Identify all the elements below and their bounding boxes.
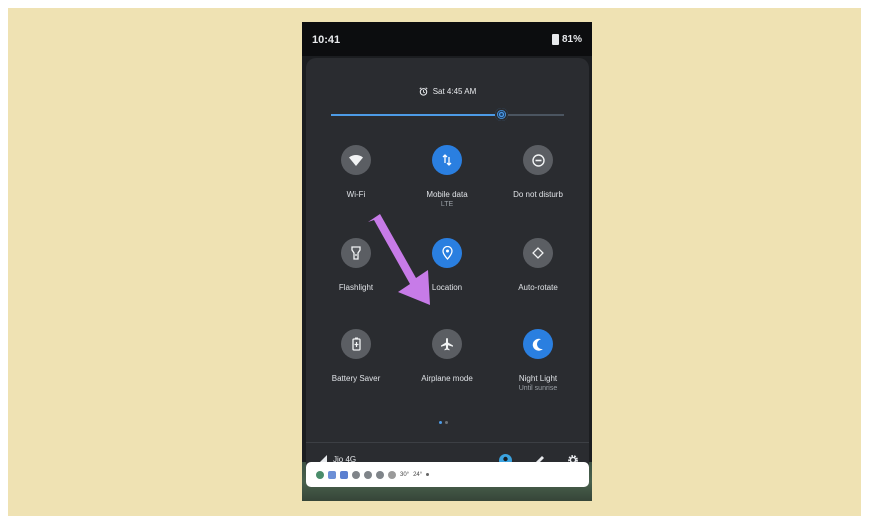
battery-indicator: 81% bbox=[551, 34, 582, 45]
tile-auto-rotate-button[interactable] bbox=[523, 238, 553, 268]
tile-night-light[interactable]: Night Light Until sunrise bbox=[493, 329, 583, 394]
quick-settings-panel: Sat 4:45 AM Wi-Fi Mobile data LTE Do not… bbox=[306, 58, 589, 476]
brightness-icon bbox=[497, 110, 505, 119]
download-icon bbox=[388, 470, 396, 479]
tile-mobile-data-label: Mobile data bbox=[426, 190, 468, 199]
tile-wifi[interactable]: Wi-Fi bbox=[311, 145, 401, 200]
auto-rotate-icon bbox=[532, 247, 544, 259]
weather-temp-1: 30° bbox=[400, 471, 410, 478]
tile-dnd-label: Do not disturb bbox=[513, 190, 563, 199]
app-icon bbox=[328, 470, 336, 479]
brightness-slider-thumb[interactable] bbox=[494, 108, 508, 121]
tile-night-light-label: Night Light bbox=[518, 374, 558, 383]
tile-mobile-data[interactable]: Mobile data LTE bbox=[402, 145, 492, 210]
page-dot-1[interactable] bbox=[439, 421, 442, 424]
tile-mobile-data-button[interactable] bbox=[432, 145, 462, 175]
whatsapp-icon bbox=[316, 470, 324, 479]
page-dot-2[interactable] bbox=[445, 421, 448, 424]
location-icon bbox=[441, 246, 453, 260]
mobile-data-icon bbox=[442, 154, 452, 166]
page-indicator bbox=[439, 421, 448, 424]
status-time: 10:41 bbox=[312, 34, 341, 46]
airplane-icon bbox=[441, 338, 453, 351]
tile-location-button[interactable] bbox=[432, 238, 462, 268]
brightness-fill bbox=[331, 114, 502, 116]
alarm-clock-icon bbox=[419, 87, 428, 96]
tile-flashlight[interactable]: Flashlight bbox=[311, 238, 401, 293]
settings-notif-icon-3 bbox=[376, 470, 384, 479]
battery-saver-icon bbox=[351, 337, 361, 351]
tile-wifi-button[interactable] bbox=[341, 145, 371, 175]
night-light-icon bbox=[532, 338, 543, 351]
phone-screen: 10:41 81% Sat 4:45 AM Wi-Fi Mobile data … bbox=[302, 22, 592, 501]
wifi-icon bbox=[349, 154, 363, 166]
divider bbox=[306, 442, 589, 443]
more-dot-icon bbox=[426, 473, 430, 476]
alarm-text: Sat 4:45 AM bbox=[432, 87, 477, 96]
status-bar: 10:41 81% bbox=[302, 22, 592, 56]
tile-flashlight-label: Flashlight bbox=[338, 283, 374, 292]
tile-flashlight-button[interactable] bbox=[341, 238, 371, 268]
tile-mobile-data-sublabel: LTE bbox=[440, 201, 454, 208]
tile-auto-rotate[interactable]: Auto-rotate bbox=[493, 238, 583, 293]
tile-location[interactable]: Location bbox=[402, 238, 492, 293]
tile-auto-rotate-label: Auto-rotate bbox=[518, 283, 558, 292]
tile-battery-saver[interactable]: Battery Saver bbox=[311, 329, 401, 384]
tile-location-label: Location bbox=[431, 283, 463, 292]
weather-temp-2: 24° bbox=[413, 471, 423, 478]
tile-airplane-label: Airplane mode bbox=[421, 374, 473, 383]
tile-airplane-mode[interactable]: Airplane mode bbox=[402, 329, 492, 384]
tile-battery-saver-label: Battery Saver bbox=[331, 374, 381, 383]
tile-battery-saver-button[interactable] bbox=[341, 329, 371, 359]
battery-percent: 81% bbox=[561, 34, 582, 45]
do-not-disturb-icon bbox=[531, 153, 545, 167]
settings-notif-icon bbox=[352, 470, 360, 479]
settings-notif-icon-2 bbox=[364, 470, 372, 479]
tile-wifi-label: Wi-Fi bbox=[346, 190, 366, 199]
tile-do-not-disturb[interactable]: Do not disturb bbox=[493, 145, 583, 200]
notification-bar[interactable]: 30° 24° bbox=[306, 462, 589, 487]
alarm-row[interactable]: Sat 4:45 AM bbox=[306, 87, 589, 96]
flashlight-icon bbox=[351, 246, 361, 260]
tile-dnd-button[interactable] bbox=[523, 145, 553, 175]
tile-night-light-button[interactable] bbox=[523, 329, 553, 359]
tile-night-light-sublabel: Until sunrise bbox=[518, 385, 558, 392]
tile-airplane-button[interactable] bbox=[432, 329, 462, 359]
mail-icon bbox=[340, 470, 348, 479]
battery-icon bbox=[551, 34, 559, 45]
